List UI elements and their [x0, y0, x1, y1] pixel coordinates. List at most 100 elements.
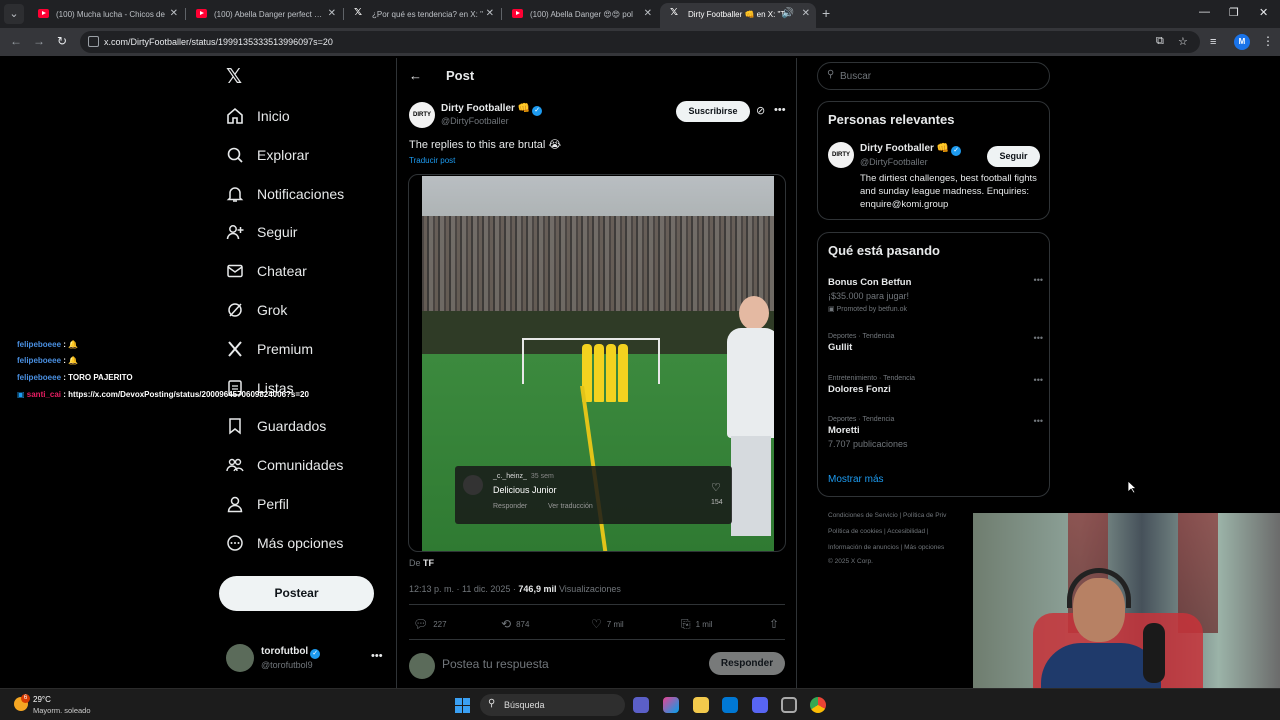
author-avatar[interactable]: DIRTY — [409, 102, 435, 128]
chat-text: 🔔 — [68, 340, 79, 349]
browser-menu-icon[interactable]: ⋮ — [1262, 34, 1274, 48]
footer-links[interactable]: Política de cookies | Accesibilidad | — [828, 528, 929, 535]
speaker-icon[interactable]: 🔊 — [782, 8, 794, 19]
obs-app-icon[interactable] — [781, 697, 797, 713]
close-tab-icon[interactable]: ✕ — [486, 8, 494, 19]
footer-links[interactable]: Condiciones de Servicio | Política de Pr… — [828, 512, 946, 519]
nav-notifications[interactable]: Notificaciones — [226, 181, 344, 207]
trend-item[interactable]: Deportes · Tendencia Moretti 7.707 publi… — [828, 416, 1043, 449]
profile-avatar[interactable]: M — [1234, 34, 1250, 50]
search-input[interactable]: ⚲ Buscar — [817, 62, 1050, 90]
tab-title: ¿Por qué es tendencia? en X: " — [372, 10, 483, 19]
show-more-link[interactable]: Mostrar más — [828, 474, 884, 485]
more-dots-icon[interactable]: ••• — [1034, 375, 1043, 385]
nav-bookmarks[interactable]: Guardados — [226, 413, 326, 439]
site-info-icon[interactable] — [88, 36, 99, 47]
weather-desc[interactable]: Mayorm. soleado — [33, 706, 91, 715]
account-switcher[interactable]: torofutbol ✓ @torofutbol9 ••• — [226, 644, 386, 674]
avatar — [409, 653, 435, 679]
nav-grok[interactable]: Grok — [226, 297, 287, 323]
file-explorer-icon[interactable] — [693, 697, 709, 713]
author-name[interactable]: Dirty Footballer 👊 ✓ — [441, 103, 543, 116]
close-tab-icon[interactable]: ✕ — [328, 8, 336, 19]
relevant-handle[interactable]: @DirtyFootballer — [860, 157, 928, 167]
browser-tab[interactable]: (100) Abella Danger 😍😍 pol ✕ — [502, 3, 658, 25]
nav-explore[interactable]: Explorar — [226, 142, 309, 168]
nav-communities[interactable]: Comunidades — [226, 452, 343, 478]
more-dots-icon[interactable]: ••• — [1034, 333, 1043, 343]
tab-search-button[interactable]: ⌄ — [4, 4, 24, 24]
windows-start-icon[interactable] — [455, 698, 470, 713]
close-tab-icon[interactable]: ✕ — [170, 8, 178, 19]
nav-chat[interactable]: Chatear — [226, 258, 307, 284]
search-icon: ⚲ — [488, 698, 496, 709]
minimize-icon[interactable]: — — [1199, 6, 1210, 18]
retweet-icon: ⟲ — [501, 617, 512, 631]
source-prefix: De — [409, 558, 421, 568]
share-action[interactable]: ⇧ — [769, 617, 784, 631]
address-bar[interactable]: x.com/DirtyFootballer/status/19991353335… — [80, 31, 1200, 53]
more-dots-icon[interactable]: ••• — [1034, 275, 1043, 285]
weather-temp[interactable]: 29°C — [33, 695, 51, 704]
close-window-icon[interactable]: ✕ — [1259, 6, 1268, 19]
subscribe-button[interactable]: Suscribirse — [676, 101, 750, 122]
free-kick-dummy — [618, 344, 628, 402]
trend-item[interactable]: Entretenimiento · Tendencia Dolores Fonz… — [828, 375, 1043, 395]
browser-tab[interactable]: (100) Abella Danger perfect ass ✕ — [186, 3, 342, 25]
more-dots-icon[interactable]: ••• — [371, 650, 383, 662]
like-action[interactable]: ♡ 7 mil — [591, 617, 624, 631]
relevant-name[interactable]: Dirty Footballer 👊 ✓ — [860, 143, 962, 156]
trend-item[interactable]: Bonus Con Betfun ¡$35.000 para jugar! ▣ … — [828, 275, 1043, 313]
store-app-icon[interactable] — [722, 697, 738, 713]
post-timestamp[interactable]: 12:13 p. m. · 11 dic. 2025 · — [409, 584, 516, 594]
nav-follow[interactable]: Seguir — [226, 219, 297, 245]
nav-more-options[interactable]: Más opciones — [226, 530, 343, 556]
grok-icon[interactable]: ⊘ — [756, 104, 765, 117]
post-button[interactable]: Postear — [219, 576, 374, 611]
nav-profile[interactable]: Perfil — [226, 491, 289, 517]
browser-tab-active[interactable]: 𝕏 Dirty Footballer 👊 en X: "T 🔊 ✕ — [660, 3, 816, 28]
author-handle[interactable]: @DirtyFootballer — [441, 116, 509, 126]
back-icon[interactable]: ← — [10, 34, 22, 48]
repost-action[interactable]: ⟲ 874 — [501, 617, 529, 631]
browser-tab[interactable]: 𝕏 ¿Por qué es tendencia? en X: " ✕ — [344, 3, 500, 25]
trend-promo-text: Promoted by betfun.ok — [836, 306, 907, 313]
reload-icon[interactable]: ↻ — [57, 34, 67, 48]
close-tab-icon[interactable]: ✕ — [644, 8, 652, 19]
nav-label: Perfil — [257, 496, 289, 512]
install-app-icon[interactable]: ⧉ — [1156, 35, 1164, 48]
trending-card: Qué está pasando Bonus Con Betfun ¡$35.0… — [817, 232, 1050, 497]
nav-home[interactable]: Inicio — [226, 103, 290, 129]
bookmark-star-icon[interactable]: ☆ — [1178, 35, 1188, 48]
translate-post-link[interactable]: Traducir post — [409, 156, 455, 165]
author-avatar[interactable]: DIRTY — [828, 142, 854, 168]
reply-input[interactable]: Postea tu respuesta — [442, 657, 549, 671]
taskbar-search[interactable]: ⚲ Búsqueda — [480, 694, 625, 716]
reply-action[interactable]: 💬︎ 227 — [413, 617, 447, 631]
trend-item[interactable]: Deportes · Tendencia Gullit ••• — [828, 333, 1043, 353]
more-dots-icon[interactable]: ••• — [1034, 416, 1043, 426]
media-controls-icon[interactable]: ≡ — [1210, 36, 1216, 48]
search-placeholder: Buscar — [840, 71, 872, 82]
nav-premium[interactable]: Premium — [226, 336, 313, 362]
new-tab-button[interactable]: + — [822, 5, 830, 21]
copilot-app-icon[interactable] — [633, 697, 649, 713]
video-player-figure — [727, 296, 774, 546]
video-player[interactable]: _c._heinz_ 35 sem Delicious Junior Respon… — [408, 174, 786, 552]
more-dots-icon[interactable]: ••• — [774, 104, 786, 116]
footer-links[interactable]: Información de anuncios | Más opciones — [828, 544, 944, 551]
close-tab-icon[interactable]: ✕ — [802, 8, 810, 19]
copilot-app-icon[interactable] — [663, 697, 679, 713]
windows-taskbar: 6 29°C Mayorm. soleado ⚲ Búsqueda — [0, 688, 1280, 720]
forward-icon[interactable]: → — [33, 34, 45, 48]
browser-tab[interactable]: (100) Mucha lucha - Chicos de ✕ — [28, 3, 184, 25]
restore-icon[interactable]: ❐ — [1229, 6, 1239, 19]
source-link[interactable]: TF — [423, 558, 434, 568]
x-logo-icon[interactable]: 𝕏 — [226, 64, 242, 89]
discord-app-icon[interactable] — [752, 697, 768, 713]
back-arrow-icon[interactable]: ← — [409, 68, 422, 83]
chrome-app-icon[interactable] — [810, 697, 826, 713]
bookmark-action[interactable]: ⎘ 1 mil — [681, 617, 713, 632]
reply-button[interactable]: Responder — [709, 652, 785, 675]
follow-button[interactable]: Seguir — [987, 146, 1040, 167]
